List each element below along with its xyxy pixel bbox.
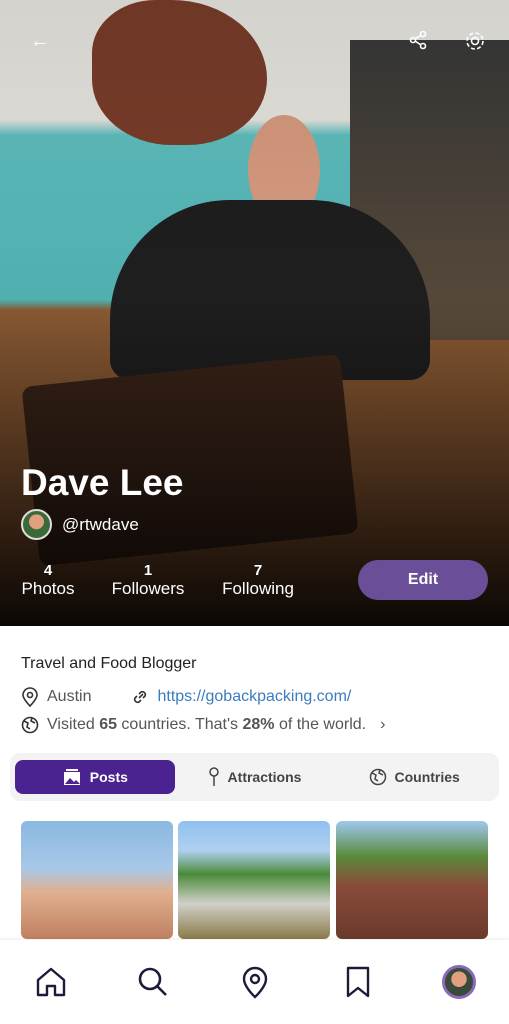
post-thumbnail[interactable]: [21, 821, 173, 939]
stat-label: Followers: [111, 579, 185, 598]
visited-countries-row[interactable]: Visited 65 countries. That's 28% of the …: [21, 716, 385, 734]
tab-posts[interactable]: Posts: [15, 760, 175, 794]
home-icon[interactable]: [33, 964, 69, 1000]
bio-text: Travel and Food Blogger: [21, 655, 197, 672]
stat-photos[interactable]: 4 Photos: [21, 562, 75, 599]
stat-value: 7: [253, 562, 263, 579]
location-icon[interactable]: [237, 964, 273, 1000]
pin-icon: [208, 767, 219, 786]
tab-label: Countries: [394, 769, 460, 785]
profile-handle: @rtwdave: [21, 509, 139, 540]
tab-attractions[interactable]: Attractions: [175, 760, 335, 794]
chevron-right-icon: ›: [380, 716, 386, 733]
tab-label: Posts: [89, 769, 128, 785]
location-pin-icon: [22, 687, 38, 707]
handle-text: @rtwdave: [62, 514, 139, 534]
avatar: [21, 509, 52, 540]
share-icon[interactable]: [408, 30, 428, 56]
stat-label: Photos: [21, 579, 75, 598]
profile-avatar-nav[interactable]: [441, 965, 476, 999]
stat-value: 4: [43, 562, 53, 579]
tab-label: Attractions: [227, 769, 302, 785]
profile-tabs: Posts Attractions Countries: [10, 753, 499, 801]
search-icon[interactable]: [135, 964, 171, 1000]
stat-followers[interactable]: 1 Followers: [111, 562, 185, 599]
globe-icon: [369, 768, 386, 786]
location-text: Austin: [47, 688, 92, 705]
back-arrow-icon[interactable]: ←: [30, 30, 50, 53]
stat-label: Following: [222, 579, 294, 598]
stat-following[interactable]: 7 Following: [222, 562, 294, 599]
website-link[interactable]: https://gobackpacking.com/: [157, 688, 351, 706]
post-thumbnail[interactable]: [178, 821, 330, 939]
settings-gear-icon[interactable]: [464, 30, 486, 58]
bookmark-icon[interactable]: [340, 964, 376, 1000]
link-icon: [134, 690, 147, 704]
stat-value: 1: [143, 562, 153, 579]
post-thumbnail[interactable]: [336, 821, 488, 939]
edit-profile-button[interactable]: Edit: [358, 560, 488, 600]
bottom-navigation: [0, 940, 509, 1024]
visited-text: Visited 65 countries. That's 28% of the …: [47, 716, 367, 733]
photos-icon: [63, 769, 80, 785]
tab-countries[interactable]: Countries: [334, 760, 494, 794]
globe-icon: [21, 716, 39, 734]
profile-name: Dave Lee: [21, 462, 184, 503]
